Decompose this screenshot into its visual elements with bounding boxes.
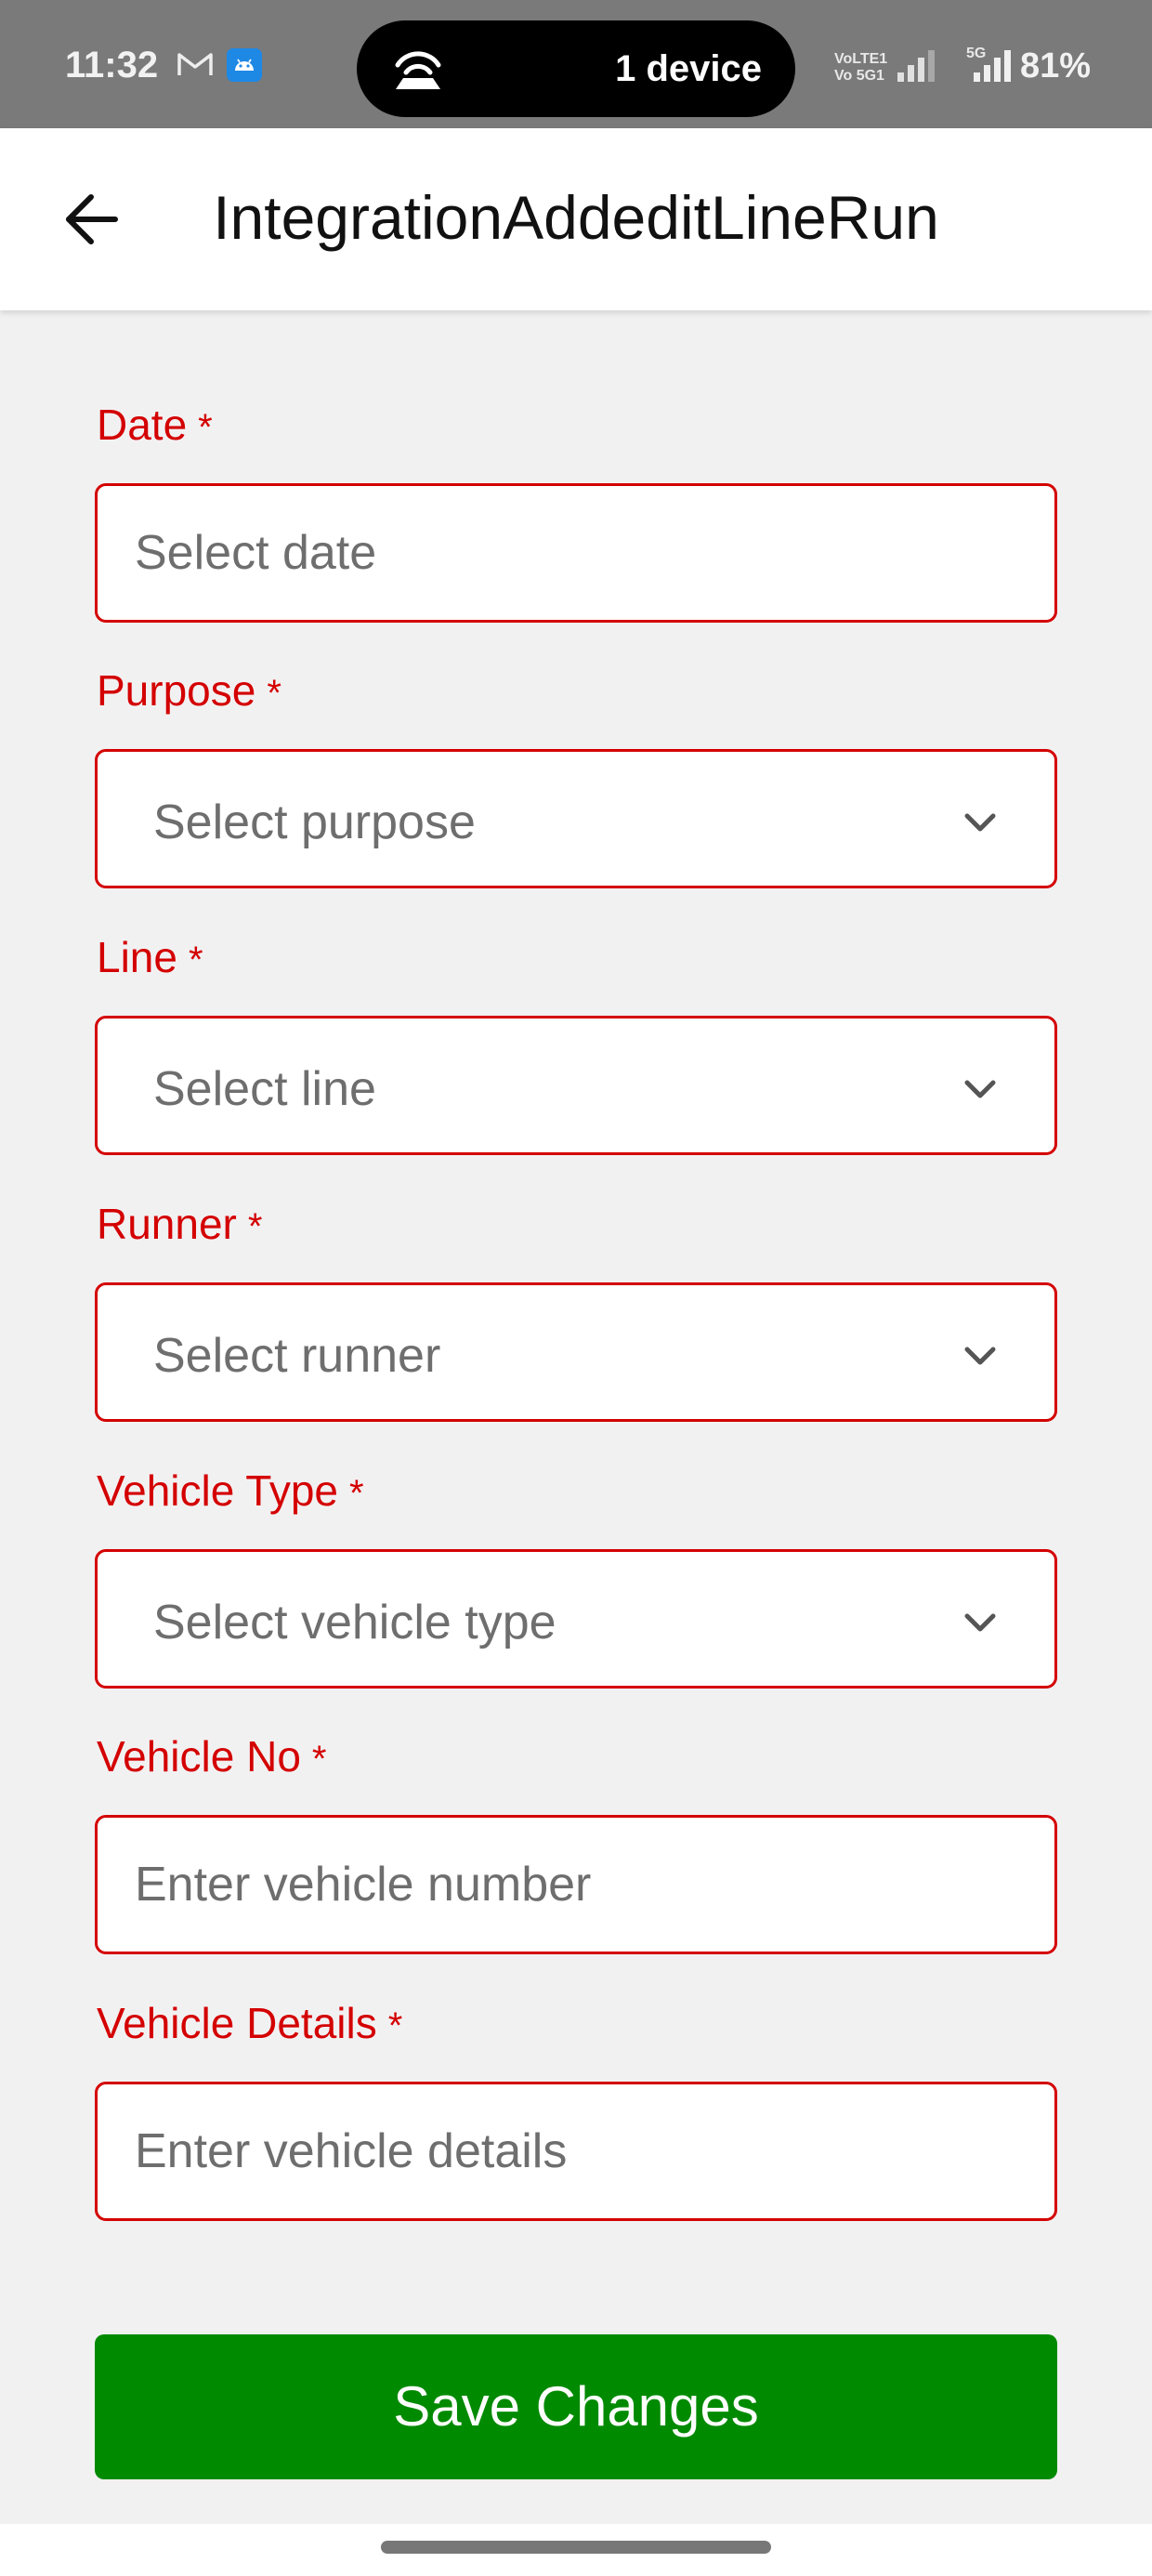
volte-label-top: VoLTE1 xyxy=(834,51,888,67)
required-marker: * xyxy=(311,1739,327,1780)
purpose-placeholder: Select purpose xyxy=(153,795,476,849)
runner-label: Runner * xyxy=(97,1200,263,1248)
screen: 11:32 1 device VoLTE1 Vo 5G1 5G 81% Inte… xyxy=(0,0,1152,2576)
runner-placeholder: Select runner xyxy=(153,1329,441,1383)
required-marker: * xyxy=(349,1473,364,1514)
battery-level: 81% xyxy=(1020,46,1092,85)
vehicle-type-placeholder: Select vehicle type xyxy=(153,1596,556,1649)
vehicle-details-input-box[interactable] xyxy=(95,2082,1057,2221)
line-placeholder: Select line xyxy=(153,1062,376,1116)
android-icon xyxy=(227,48,262,82)
purpose-label: Purpose * xyxy=(97,666,281,715)
vehicle-type-label: Vehicle Type * xyxy=(97,1466,364,1515)
save-changes-button[interactable]: Save Changes xyxy=(95,2334,1057,2479)
app-bar: IntegrationAddeditLineRun xyxy=(0,128,1152,310)
signal-icon xyxy=(897,50,935,82)
required-marker: * xyxy=(188,940,203,980)
vehicle-type-select[interactable]: Select vehicle type xyxy=(95,1549,1057,1689)
status-time: 11:32 xyxy=(65,45,159,85)
signal-icon xyxy=(974,50,1011,82)
runner-select[interactable]: Select runner xyxy=(95,1282,1057,1422)
gmail-icon xyxy=(177,53,213,75)
hotspot-icon xyxy=(395,51,441,89)
vehicle-no-label: Vehicle No * xyxy=(97,1732,327,1781)
chevron-down-icon xyxy=(964,1347,996,1365)
line-select[interactable]: Select line xyxy=(95,1016,1057,1155)
required-marker: * xyxy=(267,673,281,714)
chevron-down-icon xyxy=(964,1613,996,1632)
date-label: Date * xyxy=(97,401,213,449)
required-marker: * xyxy=(198,407,213,448)
date-input-box[interactable] xyxy=(95,483,1057,623)
required-marker: * xyxy=(387,2005,403,2046)
date-input[interactable] xyxy=(98,486,1054,620)
page-title: IntegrationAddeditLineRun xyxy=(213,183,939,252)
vehicle-details-label: Vehicle Details * xyxy=(97,1999,403,2047)
vehicle-no-input[interactable] xyxy=(98,1818,1054,1952)
hotspot-pill[interactable]: 1 device xyxy=(357,20,795,117)
hotspot-device-count: 1 device xyxy=(615,48,762,89)
status-bar: 11:32 1 device VoLTE1 Vo 5G1 5G 81% xyxy=(0,0,1152,128)
purpose-select[interactable]: Select purpose xyxy=(95,749,1057,888)
required-marker: * xyxy=(247,1206,263,1247)
volte-label-bottom: Vo 5G1 xyxy=(834,68,884,84)
home-indicator[interactable] xyxy=(381,2541,771,2554)
chevron-down-icon xyxy=(964,813,996,832)
vehicle-no-input-box[interactable] xyxy=(95,1815,1057,1954)
line-label: Line * xyxy=(97,933,203,981)
chevron-down-icon xyxy=(964,1080,996,1098)
vehicle-details-input[interactable] xyxy=(98,2084,1054,2218)
